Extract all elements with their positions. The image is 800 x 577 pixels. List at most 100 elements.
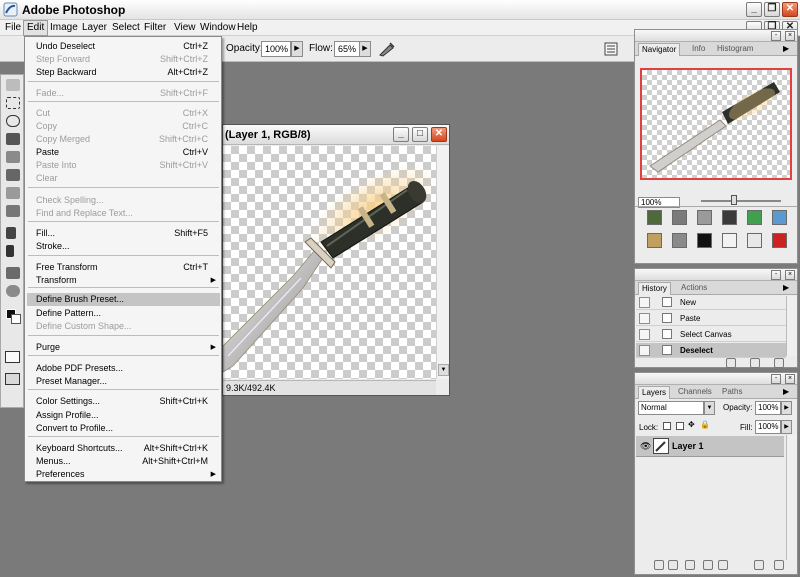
menu-window[interactable]: Window <box>197 21 239 35</box>
history-row-deselect[interactable]: Deselect <box>636 343 786 358</box>
layers-opacity-field[interactable]: 100% <box>755 401 781 415</box>
path-select-icon[interactable] <box>6 227 16 239</box>
lock-position-icon[interactable]: ✥ <box>688 420 695 429</box>
blur-tool-icon[interactable] <box>6 205 20 217</box>
lasso-tool-icon[interactable] <box>6 115 20 127</box>
style-swatch[interactable] <box>647 233 662 248</box>
style-swatch[interactable] <box>722 210 737 225</box>
edit-menu-item-transform[interactable]: Transform ▶ <box>27 274 220 287</box>
blend-mode-dropdown-arrow[interactable]: ▼ <box>704 401 715 415</box>
airbrush-icon[interactable] <box>378 41 396 57</box>
edit-menu-item-adobe-pdf-presets[interactable]: Adobe PDF Presets... <box>27 362 220 375</box>
history-snapshot-box[interactable] <box>639 313 650 324</box>
style-swatch[interactable] <box>697 233 712 248</box>
tab-histogram[interactable]: Histogram <box>714 43 756 56</box>
edit-menu-item-define-pattern[interactable]: Define Pattern... <box>27 307 220 320</box>
crop-tool-icon[interactable] <box>6 133 20 145</box>
menu-filter[interactable]: Filter <box>141 21 169 35</box>
opacity-field[interactable]: 100% <box>261 41 291 57</box>
style-swatch[interactable] <box>697 210 712 225</box>
menu-edit[interactable]: Edit <box>23 20 49 36</box>
layers-minimize-button[interactable]: - <box>771 374 781 384</box>
screen-mode-icon[interactable] <box>5 373 20 385</box>
edit-menu-item-fill[interactable]: Fill... Shift+F5 <box>27 227 220 240</box>
tab-history[interactable]: History <box>638 282 671 295</box>
layer-row-layer-1[interactable]: 👁 Layer 1 <box>636 436 784 457</box>
style-swatch[interactable] <box>747 210 762 225</box>
link-layers-icon[interactable] <box>654 560 664 570</box>
style-swatch[interactable] <box>672 210 687 225</box>
history-trash-icon[interactable] <box>774 358 784 368</box>
minimize-button[interactable]: _ <box>746 2 762 17</box>
tab-paths[interactable]: Paths <box>719 386 745 399</box>
flow-arrow-button[interactable]: ▶ <box>359 41 371 57</box>
edit-menu-item-convert-to-profile[interactable]: Convert to Profile... <box>27 422 220 435</box>
pen-tool-icon[interactable] <box>6 245 14 257</box>
menu-select[interactable]: Select <box>109 21 143 35</box>
new-document-from-state-icon[interactable] <box>726 358 736 368</box>
history-minimize-button[interactable]: - <box>771 270 781 280</box>
edit-menu-item-undo-deselect[interactable]: Undo Deselect Ctrl+Z <box>27 40 220 53</box>
adjustment-layer-icon[interactable] <box>703 560 713 570</box>
lock-transparency-checkbox[interactable] <box>663 422 671 430</box>
style-swatch[interactable] <box>747 233 762 248</box>
navigator-zoom-slider[interactable] <box>701 200 781 202</box>
rect-marquee-tool-icon[interactable] <box>6 97 20 109</box>
style-swatch[interactable] <box>647 210 662 225</box>
scroll-down-arrow[interactable]: ▼ <box>438 364 449 376</box>
history-close-button[interactable]: × <box>785 270 795 280</box>
edit-menu-item-keyboard-shortcuts[interactable]: Keyboard Shortcuts... Alt+Shift+Ctrl+K <box>27 442 220 455</box>
doc-window-maximize-button[interactable]: □ <box>412 127 428 142</box>
document-canvas[interactable] <box>223 146 436 379</box>
tab-info[interactable]: Info <box>689 43 708 56</box>
layers-close-button[interactable]: × <box>785 374 795 384</box>
doc-window-minimize-button[interactable]: _ <box>393 127 409 142</box>
layers-menu-icon[interactable]: ▶ <box>783 387 789 396</box>
notes-tool-icon[interactable] <box>6 267 20 279</box>
navigator-zoom-thumb[interactable] <box>731 195 737 205</box>
palette-well-icon[interactable] <box>604 42 618 56</box>
edit-menu-item-define-brush-preset[interactable]: Define Brush Preset... <box>27 293 220 306</box>
eye-icon[interactable]: 👁 <box>640 441 651 452</box>
menu-layer[interactable]: Layer <box>79 21 110 35</box>
menu-view[interactable]: View <box>171 21 199 35</box>
history-row-paste[interactable]: Paste <box>636 311 786 326</box>
navigator-minimize-button[interactable]: - <box>771 31 781 41</box>
edit-menu-item-paste[interactable]: Paste Ctrl+V <box>27 146 220 159</box>
history-snapshot-box[interactable] <box>639 297 650 308</box>
style-swatch[interactable] <box>772 233 787 248</box>
background-color-swatch[interactable] <box>11 314 21 324</box>
fill-field[interactable]: 100% <box>755 420 781 434</box>
new-layer-icon[interactable] <box>754 560 764 570</box>
restore-button[interactable]: ❐ <box>764 2 780 17</box>
edit-menu-item-stroke[interactable]: Stroke... <box>27 240 220 253</box>
edit-menu-item-purge[interactable]: Purge ▶ <box>27 341 220 354</box>
layer-style-icon[interactable] <box>668 560 678 570</box>
tab-actions[interactable]: Actions <box>678 282 710 295</box>
menu-image[interactable]: Image <box>47 21 81 35</box>
quick-mask-icon[interactable] <box>5 351 20 363</box>
history-menu-icon[interactable]: ▶ <box>783 283 789 292</box>
doc-window-close-button[interactable]: ✕ <box>431 127 447 142</box>
layer-mask-icon[interactable] <box>685 560 695 570</box>
blend-mode-select[interactable]: Normal <box>638 401 704 415</box>
delete-layer-icon[interactable] <box>774 560 784 570</box>
clone-stamp-icon[interactable] <box>6 169 20 181</box>
edit-menu-item-step-backward[interactable]: Step Backward Alt+Ctrl+Z <box>27 66 220 79</box>
layers-opacity-arrow[interactable]: ▶ <box>781 401 792 415</box>
style-swatch[interactable] <box>722 233 737 248</box>
lock-image-checkbox[interactable] <box>676 422 684 430</box>
close-button[interactable]: ✕ <box>782 2 798 17</box>
hand-tool-icon[interactable] <box>6 285 20 297</box>
navigator-preview[interactable] <box>640 68 792 180</box>
navigator-panel-titlebar[interactable]: - × <box>635 30 797 42</box>
opacity-arrow-button[interactable]: ▶ <box>291 41 303 57</box>
menu-file[interactable]: File <box>2 21 24 35</box>
marquee-tool-icon[interactable] <box>6 79 20 91</box>
history-scrollbar[interactable] <box>786 296 797 356</box>
layers-scrollbar[interactable] <box>786 435 797 560</box>
edit-menu-item-preferences[interactable]: Preferences ▶ <box>27 468 220 481</box>
edit-menu-item-preset-manager[interactable]: Preset Manager... <box>27 375 220 388</box>
history-row-new[interactable]: New <box>636 295 786 310</box>
tab-layers[interactable]: Layers <box>638 386 671 399</box>
